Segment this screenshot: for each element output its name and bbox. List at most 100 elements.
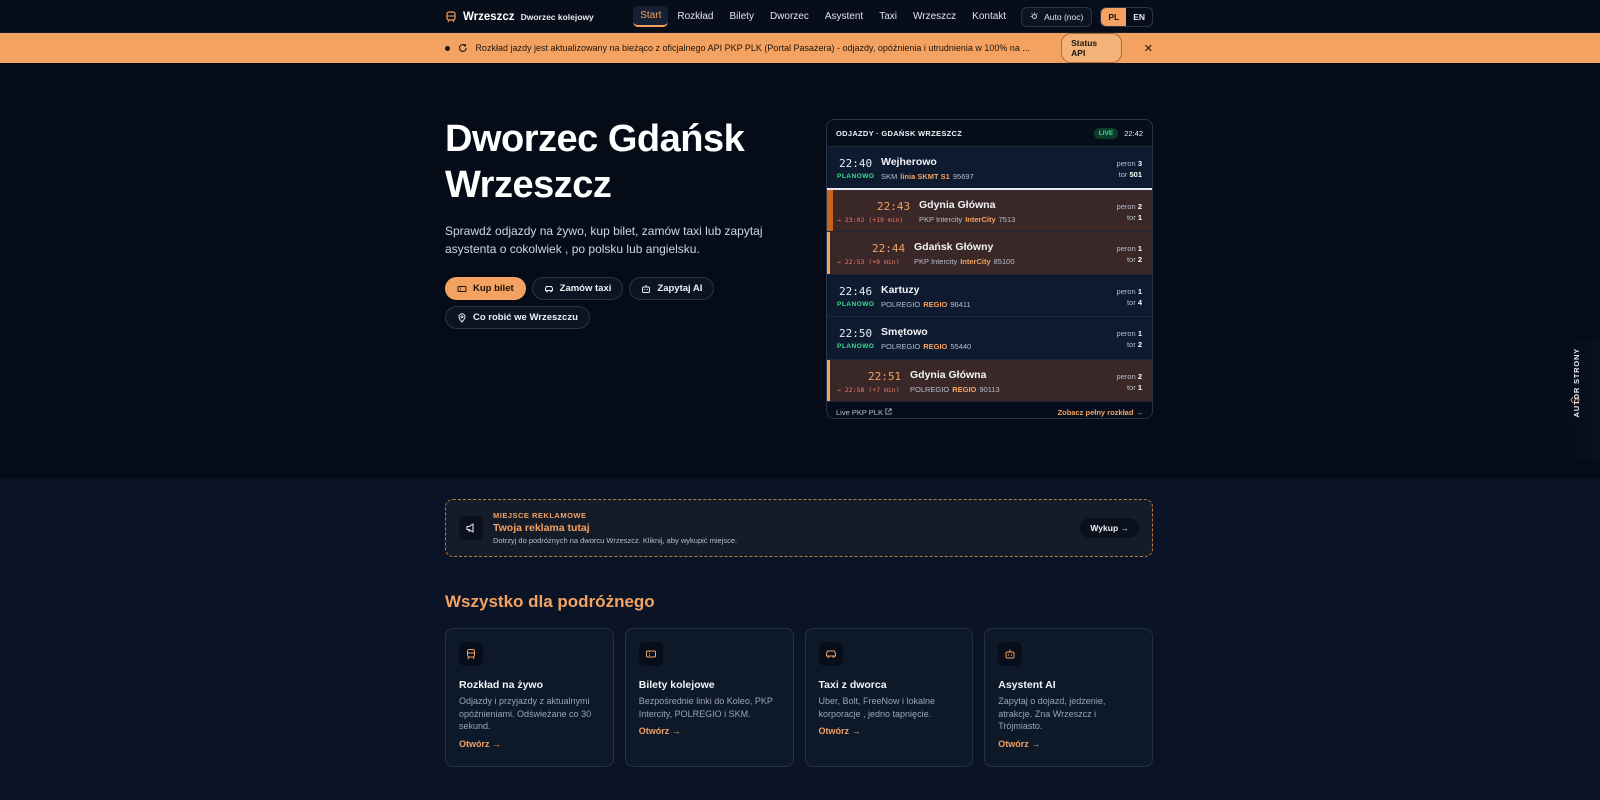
train-category: InterCity: [965, 214, 996, 224]
things-to-do-button[interactable]: Co robić we Wrzeszczu: [445, 306, 590, 329]
nav-link-start[interactable]: Start: [633, 6, 669, 27]
feature-card-timetable[interactable]: Rozkład na żywo Odjazdy i przyjazdy z ak…: [445, 628, 614, 767]
platform-number: 2: [1137, 201, 1142, 211]
train-meta: POLREGIO REGIO 96411: [881, 300, 971, 309]
platform-label: peron: [1116, 371, 1136, 381]
nav-links: Start Rozkład Bilety Dworzec Asystent Ta…: [633, 6, 1153, 27]
platform-number: 3: [1137, 159, 1142, 168]
departure-row[interactable]: 22:50 PLANOWO Smętowo POLREGIO REGIO 55440 per…: [827, 317, 1152, 360]
features-section: MIEJSCE REKLAMOWE Twoja reklama tutaj Do…: [0, 478, 1600, 800]
ask-ai-button[interactable]: Zapytaj AI: [629, 277, 715, 300]
buy-ticket-button[interactable]: Kup bilet: [445, 277, 526, 300]
platform-number: 1: [1137, 244, 1142, 253]
ad-slot[interactable]: MIEJSCE REKLAMOWE Twoja reklama tutaj Do…: [445, 499, 1153, 557]
nav-link-taxi[interactable]: Taxi: [872, 7, 904, 26]
hero-section: Dworzec Gdańsk Wrzeszcz Sprawdź odjazdy …: [0, 63, 1600, 478]
features-title: Wszystko dla podróżnego: [445, 592, 655, 611]
departure-row[interactable]: 22:46 PLANOWO Kartuzy POLREGIO REGIO 96411 per…: [827, 274, 1152, 317]
card-open-link[interactable]: Otwórz →: [819, 726, 960, 736]
hero-description: Sprawdź odjazdy na żywo, kup bilet, zamó…: [445, 224, 763, 256]
buy-ad-button[interactable]: Wykup →: [1080, 518, 1139, 538]
platform-track: peron 1 tor 2: [1117, 328, 1142, 350]
departure-status: PLANOWO: [837, 343, 875, 350]
robot-icon: [642, 284, 651, 293]
nav-link-wrzeszcz[interactable]: Wrzeszcz: [906, 7, 963, 26]
nav-link-asystent[interactable]: Asystent: [818, 7, 870, 26]
platform-track: peron 2 tor 1: [1117, 371, 1142, 393]
track-number: 1: [1137, 212, 1142, 222]
departure-row[interactable]: 22:51 → 22:58 (+7 min) Gdynia Główna POLREG…: [827, 359, 1152, 402]
platform-label: peron: [1116, 244, 1136, 253]
bullet-icon: [445, 45, 450, 51]
destination: Gdańsk Główny: [914, 241, 994, 253]
author-side-tab[interactable]: AUTOR STRONY: [1554, 340, 1600, 460]
train-icon: [446, 10, 456, 22]
train-number: 7513: [998, 214, 1016, 224]
departure-time: 22:46: [839, 284, 873, 298]
nav-link-bilety[interactable]: Bilety: [723, 7, 761, 26]
train-meta: POLREGIO REGIO 90113: [910, 385, 1000, 394]
brand[interactable]: Wrzeszcz Dworzec kolejowy: [445, 11, 594, 23]
order-taxi-button[interactable]: Zamów taxi: [531, 277, 624, 300]
lang-en-button[interactable]: EN: [1126, 8, 1152, 26]
nav-link-kontakt[interactable]: Kontakt: [965, 7, 1013, 26]
destination: Gdynia Główna: [919, 198, 996, 211]
track-label: tor: [1126, 297, 1136, 307]
close-icon[interactable]: ✕: [1144, 42, 1153, 55]
train-icon: [459, 642, 483, 666]
departure-row[interactable]: 22:44 → 22:53 (+9 min) Gdańsk Główny PKP In…: [827, 232, 1152, 275]
nav-link-rozklad[interactable]: Rozkład: [670, 7, 720, 26]
destination: Wejherowo: [881, 156, 937, 168]
lang-pl-button[interactable]: PL: [1101, 7, 1127, 26]
track-label: tor: [1118, 170, 1128, 179]
train-meta: SKM linia SKMT S1 95697: [881, 172, 974, 181]
train-meta: PKP Intercity InterCity 7513: [919, 215, 1015, 224]
nav-link-dworzec[interactable]: Dworzec: [763, 7, 816, 26]
ticket-icon: [638, 642, 663, 666]
feature-card-tickets[interactable]: Bilety kolejowe Bezpośrednie linki do Ko…: [624, 628, 794, 767]
platform-track: peron 3 tor 501: [1117, 158, 1142, 180]
track-number: 501: [1129, 170, 1142, 179]
destination: Gdynia Główna: [910, 368, 987, 381]
car-icon: [544, 285, 553, 292]
theme-toggle-button[interactable]: Auto (noc): [1021, 6, 1093, 27]
carrier: PKP Intercity: [914, 257, 958, 266]
full-timetable-link[interactable]: Zobacz pełny rozkład →: [1058, 408, 1143, 417]
departures-board: ODJAZDY · GDAŃSK WRZESZCZ LIVE 22:42 22:…: [826, 119, 1153, 419]
card-open-link[interactable]: Otwórz →: [998, 739, 1139, 749]
card-open-link[interactable]: Otwórz →: [639, 726, 780, 736]
top-nav: Wrzeszcz Dworzec kolejowy Start Rozkład …: [0, 0, 1600, 33]
car-icon: [818, 642, 843, 666]
departure-row[interactable]: 22:40 PLANOWO Wejherowo SKM linia SKMT S1 956…: [827, 147, 1152, 190]
carrier: POLREGIO: [881, 299, 921, 309]
status-api-button[interactable]: Status API: [1061, 33, 1122, 63]
live-pkp-link[interactable]: Live PKP PLK: [836, 408, 892, 417]
card-open-link[interactable]: Otwórz →: [459, 739, 600, 749]
board-title: ODJAZDY · GDAŃSK WRZESZCZ: [836, 128, 963, 138]
card-description: Zapytaj o dojazd, jedzenie, atrakcje. Zn…: [998, 696, 1106, 731]
departure-row[interactable]: 22:43 → 23:02 (+19 min) Gdynia Główna PKP I…: [827, 189, 1152, 232]
train-category: REGIO: [923, 299, 948, 309]
train-number: 85100: [993, 257, 1015, 266]
card-title: Taxi z dworca: [818, 679, 887, 691]
ad-title: Twoja reklama tutaj: [493, 522, 590, 534]
platform-track: peron 2 tor 1: [1117, 201, 1142, 223]
train-category: REGIO: [952, 384, 977, 394]
departure-time: 22:50: [839, 327, 873, 340]
track-label: tor: [1126, 212, 1136, 222]
track-label: tor: [1126, 340, 1136, 349]
destination: Kartuzy: [881, 283, 920, 296]
departure-status: → 22:58 (+7 min): [837, 385, 900, 394]
platform-number: 2: [1137, 371, 1142, 381]
departure-status: PLANOWO: [837, 300, 875, 308]
carrier: POLREGIO: [881, 342, 921, 351]
train-category: REGIO: [923, 342, 948, 351]
card-description: Odjazdy i przyjazdy z aktualnymi opóźnie…: [459, 696, 592, 731]
language-switch: PL EN: [1100, 6, 1153, 27]
platform-label: peron: [1116, 201, 1136, 211]
platform-track: peron 1 tor 2: [1117, 243, 1142, 265]
feature-card-assistant[interactable]: Asystent AI Zapytaj o dojazd, jedzenie, …: [984, 628, 1153, 767]
feature-card-taxi[interactable]: Taxi z dworca Uber, Bolt, FreeNow i loka…: [804, 628, 974, 767]
brand-name: Wrzeszcz: [463, 10, 515, 23]
carrier: PKP Intercity: [919, 214, 963, 224]
